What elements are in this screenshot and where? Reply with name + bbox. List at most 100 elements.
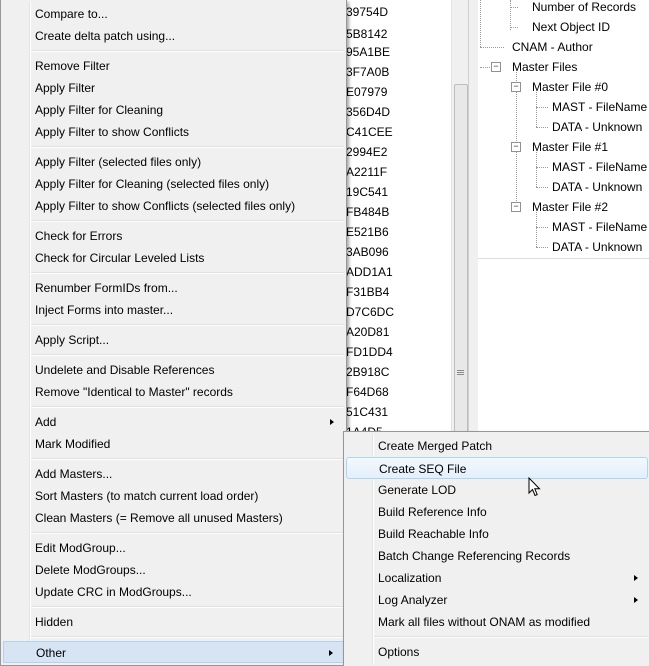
menu-item-check-circular-lists[interactable]: Check for Circular Leveled Lists bbox=[3, 247, 344, 269]
menu-item-apply-filter[interactable]: Apply Filter bbox=[3, 77, 344, 99]
record-id[interactable]: FD1DD4 bbox=[346, 341, 393, 363]
menu-separator bbox=[31, 272, 344, 274]
tree-node[interactable]: MAST - FileName bbox=[552, 157, 647, 177]
tree-node[interactable]: DATA - Unknown bbox=[552, 177, 642, 197]
menu-item-compare-to[interactable]: Compare to... bbox=[3, 3, 344, 25]
menu-item-apply-filter-selected[interactable]: Apply Filter (selected files only) bbox=[3, 151, 344, 173]
tree-guide bbox=[536, 152, 537, 187]
tree-node[interactable]: Next Object ID bbox=[532, 17, 610, 37]
record-id[interactable]: 356D4D bbox=[346, 101, 390, 123]
menu-item-localization[interactable]: Localization bbox=[346, 567, 648, 589]
record-id[interactable]: 19C541 bbox=[346, 181, 388, 203]
menu-item-add-masters[interactable]: Add Masters... bbox=[3, 463, 344, 485]
tree-node[interactable]: DATA - Unknown bbox=[552, 237, 642, 257]
record-id[interactable]: A20D81 bbox=[346, 321, 389, 343]
menu-item-apply-filter-conflicts-selected[interactable]: Apply Filter to show Conflicts (selected… bbox=[3, 195, 344, 217]
menu-item-renumber-formids[interactable]: Renumber FormIDs from... bbox=[3, 277, 344, 299]
menu-item-create-merged-patch[interactable]: Create Merged Patch bbox=[346, 435, 648, 457]
menu-item-label: Sort Masters (to match current load orde… bbox=[35, 489, 259, 503]
menu-item-mark-modified[interactable]: Mark Modified bbox=[3, 433, 344, 455]
menu-item-label: Delete ModGroups... bbox=[35, 563, 146, 577]
menu-item-label: Remove Filter bbox=[35, 59, 110, 73]
menu-item-inject-forms[interactable]: Inject Forms into master... bbox=[3, 299, 344, 321]
menu-item-apply-filter-cleaning[interactable]: Apply Filter for Cleaning bbox=[3, 99, 344, 121]
record-id[interactable]: F64D68 bbox=[346, 381, 389, 403]
tree-node[interactable]: MAST - FileName bbox=[552, 217, 647, 237]
record-id[interactable]: ADD1A1 bbox=[346, 261, 393, 283]
menu-item-apply-script[interactable]: Apply Script... bbox=[3, 329, 344, 351]
menu-item-edit-modgroup[interactable]: Edit ModGroup... bbox=[3, 537, 344, 559]
tree-guide bbox=[480, 0, 481, 47]
menu-item-clean-masters[interactable]: Clean Masters (= Remove all unused Maste… bbox=[3, 507, 344, 529]
collapse-icon[interactable]: − bbox=[491, 62, 501, 72]
submenu-other: Create Merged Patch Create SEQ File Gene… bbox=[343, 431, 649, 666]
menu-item-apply-filter-cleaning-selected[interactable]: Apply Filter for Cleaning (selected file… bbox=[3, 173, 344, 195]
menu-item-create-delta-patch[interactable]: Create delta patch using... bbox=[3, 25, 344, 47]
menu-item-update-crc[interactable]: Update CRC in ModGroups... bbox=[3, 581, 344, 603]
tree-node[interactable]: DATA - Unknown bbox=[552, 117, 642, 137]
record-id[interactable]: F31BB4 bbox=[346, 281, 389, 303]
tree-node[interactable]: Master File #0 bbox=[532, 77, 608, 97]
menu-item-label: Check for Errors bbox=[35, 229, 123, 243]
tree-node[interactable]: Master File #2 bbox=[532, 197, 608, 217]
record-id[interactable]: 39754D bbox=[346, 1, 388, 23]
record-id[interactable]: C41CEE bbox=[346, 121, 393, 143]
tree-guide bbox=[536, 212, 537, 247]
record-id[interactable]: D7C6DC bbox=[346, 301, 394, 323]
record-id[interactable]: E07979 bbox=[346, 81, 387, 103]
tree-guide bbox=[536, 227, 548, 228]
record-id[interactable]: 51C431 bbox=[346, 401, 388, 423]
record-id[interactable]: FB484B bbox=[346, 201, 389, 223]
record-id[interactable]: 3F7A0B bbox=[346, 61, 389, 83]
menu-item-add[interactable]: Add bbox=[3, 411, 344, 433]
menu-item-label: Build Reference Info bbox=[378, 505, 487, 519]
tree-node[interactable]: MAST - FileName bbox=[552, 97, 647, 117]
record-id[interactable]: 95A1BE bbox=[346, 41, 390, 63]
menu-item-log-analyzer[interactable]: Log Analyzer bbox=[346, 589, 648, 611]
record-id[interactable]: 2B918C bbox=[346, 361, 389, 383]
menu-item-apply-filter-conflicts[interactable]: Apply Filter to show Conflicts bbox=[3, 121, 344, 143]
menu-item-remove-filter[interactable]: Remove Filter bbox=[3, 55, 344, 77]
menu-item-label: Apply Filter bbox=[35, 81, 96, 95]
tree-node[interactable]: Number of Records bbox=[532, 0, 636, 17]
menu-item-sort-masters[interactable]: Sort Masters (to match current load orde… bbox=[3, 485, 344, 507]
menu-item-label: Renumber FormIDs from... bbox=[35, 281, 178, 295]
tree-node[interactable]: Master Files bbox=[512, 57, 577, 77]
menu-item-generate-lod[interactable]: Generate LOD bbox=[346, 479, 648, 501]
tree-guide bbox=[536, 107, 548, 108]
menu-item-hidden[interactable]: Hidden bbox=[3, 611, 344, 633]
menu-item-label: Check for Circular Leveled Lists bbox=[35, 251, 205, 265]
tree-guide bbox=[510, 7, 518, 8]
menu-item-undelete-disable-refs[interactable]: Undelete and Disable References bbox=[3, 359, 344, 381]
tree-guide bbox=[536, 127, 548, 128]
menu-item-batch-change-refs[interactable]: Batch Change Referencing Records bbox=[346, 545, 648, 567]
tree-guide bbox=[510, 27, 518, 28]
tree-node[interactable]: CNAM - Author bbox=[512, 37, 593, 57]
menu-item-check-errors[interactable]: Check for Errors bbox=[3, 225, 344, 247]
menu-item-other[interactable]: Other bbox=[3, 641, 344, 663]
menu-item-build-reference-info[interactable]: Build Reference Info bbox=[346, 501, 648, 523]
record-id[interactable]: 2994E2 bbox=[346, 141, 387, 163]
menu-item-options[interactable]: Options bbox=[346, 641, 648, 663]
menu-item-create-seq-file[interactable]: Create SEQ File bbox=[346, 457, 648, 479]
menu-item-remove-itm[interactable]: Remove "Identical to Master" records bbox=[3, 381, 344, 403]
record-id[interactable]: A2211F bbox=[346, 161, 387, 183]
collapse-icon[interactable]: − bbox=[511, 142, 521, 152]
menu-item-label: Create delta patch using... bbox=[35, 29, 176, 43]
menu-item-mark-without-onam[interactable]: Mark all files without ONAM as modified bbox=[346, 611, 648, 633]
record-id[interactable]: E521B6 bbox=[346, 221, 389, 243]
tree-guide bbox=[536, 187, 548, 188]
tree-guide bbox=[536, 92, 537, 127]
tree-guide bbox=[536, 247, 548, 248]
menu-separator bbox=[31, 50, 344, 52]
menu-item-label: Batch Change Referencing Records bbox=[378, 549, 571, 563]
menu-item-delete-modgroups[interactable]: Delete ModGroups... bbox=[3, 559, 344, 581]
collapse-icon[interactable]: − bbox=[511, 82, 521, 92]
menu-item-label: Add bbox=[35, 415, 57, 429]
menu-item-label: Options bbox=[378, 645, 420, 659]
tree-node[interactable]: Master File #1 bbox=[532, 137, 608, 157]
collapse-icon[interactable]: − bbox=[511, 202, 521, 212]
menu-item-label: Apply Script... bbox=[35, 333, 110, 347]
menu-item-build-reachable-info[interactable]: Build Reachable Info bbox=[346, 523, 648, 545]
record-id[interactable]: 3AB096 bbox=[346, 241, 389, 263]
